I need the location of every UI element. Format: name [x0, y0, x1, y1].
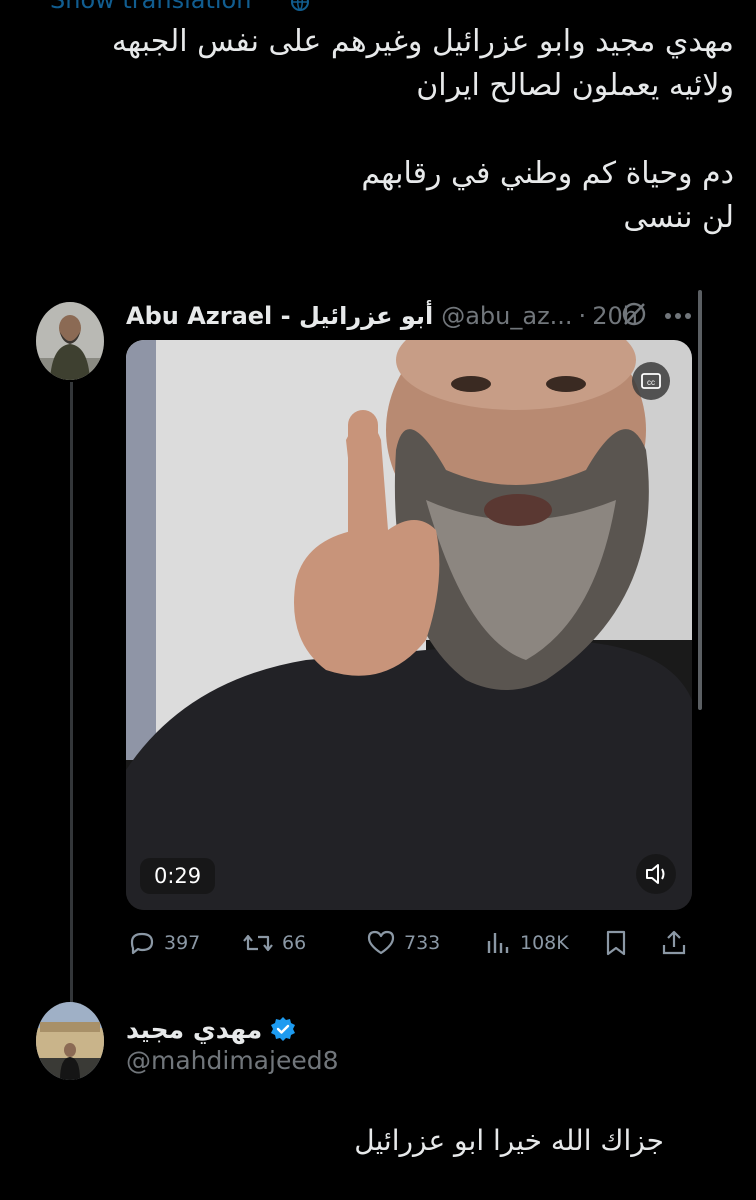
show-translation-label: Show translation: [50, 0, 252, 14]
quoted-author-name[interactable]: Abu Azrael - أبو عزرائيل: [126, 302, 433, 330]
reply-icon: [130, 932, 154, 955]
video-player[interactable]: cc 0:29: [126, 340, 692, 910]
thread-connector-line: [70, 382, 73, 1010]
share-button[interactable]: [660, 928, 696, 958]
more-icon[interactable]: [664, 312, 692, 320]
reply-count: 397: [164, 932, 201, 954]
view-count: 108K: [520, 932, 569, 954]
show-translation-link[interactable]: Show translation: [50, 0, 309, 14]
bookmark-icon: [606, 930, 626, 956]
reply-button[interactable]: 397: [128, 928, 200, 958]
retweet-button[interactable]: 66: [242, 928, 306, 958]
reply-author-handle[interactable]: @mahdimajeed8: [126, 1046, 339, 1075]
tweet-action-bar: 397 66 733 108K: [128, 928, 688, 958]
avatar-photo: [36, 1002, 104, 1080]
like-button[interactable]: 733: [366, 928, 440, 958]
mute-button[interactable]: [636, 854, 676, 894]
retweet-icon: [243, 934, 273, 952]
reply-header: مهدي مجيد: [126, 1010, 296, 1048]
grok-icon[interactable]: [620, 300, 648, 328]
video-frame: [126, 340, 692, 910]
like-icon: [367, 930, 395, 955]
svg-text:cc: cc: [647, 378, 655, 387]
like-count: 733: [404, 932, 441, 954]
verified-icon: [271, 1017, 296, 1041]
cc-icon: cc: [641, 373, 661, 389]
avatar-photo: [36, 302, 104, 380]
reply-author-avatar[interactable]: [36, 1002, 104, 1080]
views-icon: [487, 933, 509, 953]
volume-icon: [646, 864, 665, 884]
video-duration: 0:29: [140, 858, 216, 894]
globe-icon: [291, 0, 309, 11]
captions-button[interactable]: cc: [632, 362, 670, 400]
quoted-tweet-header: Abu Azrael - أبو عزرائيل @abu_az... · 20…: [126, 296, 638, 336]
quoted-author-avatar[interactable]: [36, 302, 104, 380]
reply-text: جزاك الله خيرا ابو عزرائيل: [354, 1124, 664, 1157]
views-button[interactable]: 108K: [484, 928, 569, 958]
quoted-author-handle[interactable]: @abu_az...: [441, 302, 572, 330]
retweet-count: 66: [282, 932, 307, 954]
reply-author-name[interactable]: مهدي مجيد: [126, 1015, 262, 1044]
meta-separator: ·: [578, 302, 587, 330]
tweet-text: مهدي مجيد وابو عزرائيل وغيرهم على نفس ال…: [111, 24, 734, 235]
share-icon: [662, 930, 686, 955]
bookmark-button[interactable]: [604, 928, 636, 958]
scrollbar[interactable]: [698, 290, 702, 710]
